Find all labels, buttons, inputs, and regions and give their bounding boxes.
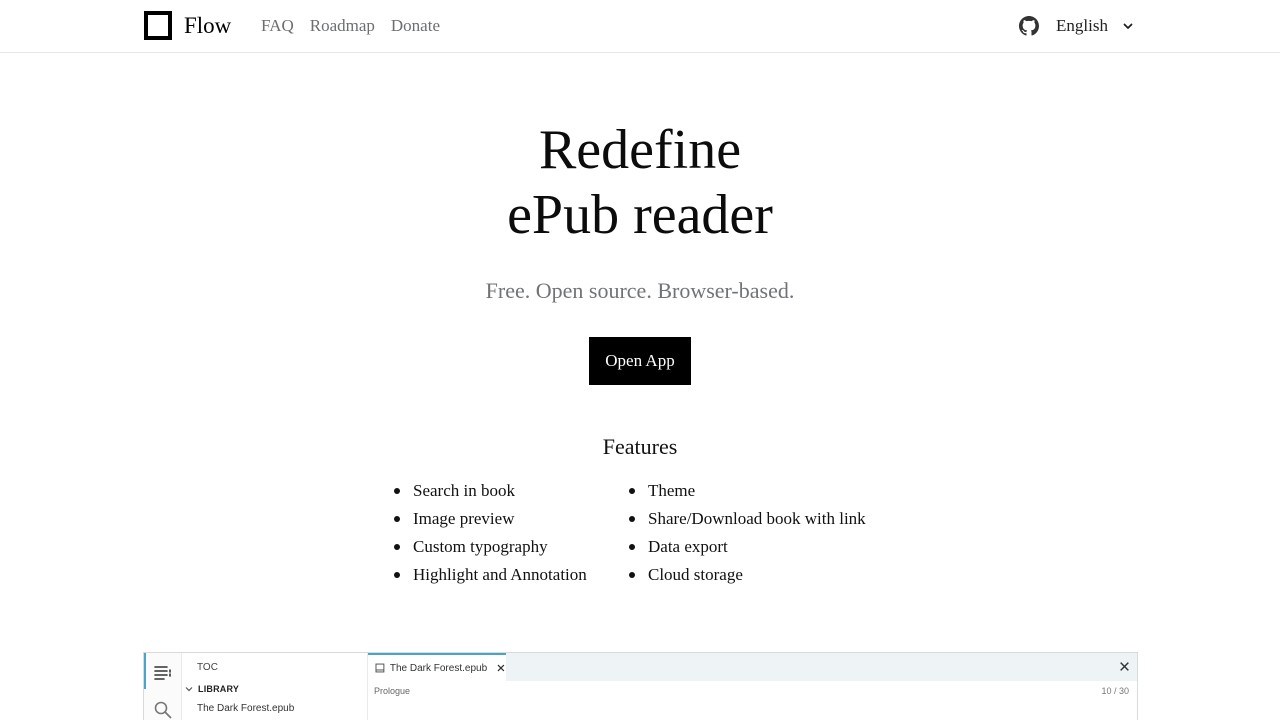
- toc-label: TOC: [197, 662, 218, 673]
- features-heading: Features: [602, 434, 678, 459]
- activity-bar: [144, 653, 182, 720]
- nav-link-roadmap[interactable]: Roadmap: [310, 15, 375, 37]
- open-app-button[interactable]: Open App: [589, 337, 691, 385]
- site-header: Flow FAQ Roadmap Donate English: [0, 0, 1280, 53]
- hero-title-line1: Redefine: [538, 119, 742, 181]
- brand-logo-link[interactable]: Flow: [144, 11, 231, 40]
- toc-list-icon[interactable]: [153, 662, 173, 682]
- github-icon[interactable]: [1019, 16, 1039, 36]
- close-icon[interactable]: [1119, 661, 1130, 672]
- brand-name: Flow: [184, 13, 232, 38]
- list-item: Custom typography: [394, 533, 587, 561]
- search-icon[interactable]: [153, 700, 173, 720]
- library-book-item[interactable]: The Dark Forest.epub: [197, 703, 294, 714]
- active-indicator: [144, 653, 146, 689]
- list-item: Highlight and Annotation: [394, 561, 587, 589]
- logo-square-icon: [144, 11, 172, 40]
- chevron-down-icon: [1123, 23, 1133, 29]
- chevron-down-icon: [185, 687, 193, 692]
- hero-subtitle: Free. Open source. Browser-based.: [485, 278, 795, 303]
- features-list-right: Theme Share/Download book with link Data…: [629, 477, 866, 589]
- library-section-toggle[interactable]: LIBRARY: [184, 684, 239, 694]
- list-item: Search in book: [394, 477, 587, 505]
- close-icon[interactable]: [496, 663, 506, 673]
- library-label: LIBRARY: [198, 684, 240, 694]
- list-item: Image preview: [394, 505, 587, 533]
- features-list-left: Search in book Image preview Custom typo…: [394, 477, 587, 589]
- side-panel: TOC LIBRARY The Dark Forest.epub: [182, 653, 368, 720]
- hero-title: Redefine ePub reader: [0, 118, 1280, 248]
- nav-link-donate[interactable]: Donate: [391, 15, 440, 37]
- list-item: Cloud storage: [629, 561, 866, 589]
- nav-link-faq[interactable]: FAQ: [261, 15, 294, 37]
- list-item: Data export: [629, 533, 866, 561]
- main-nav: FAQ Roadmap Donate: [261, 15, 440, 37]
- app-preview: TOC LIBRARY The Dark Forest.epub The Dar…: [143, 652, 1138, 720]
- book-icon: [375, 663, 385, 673]
- language-label: English: [1056, 16, 1108, 35]
- list-item: Theme: [629, 477, 866, 505]
- tab-bar: The Dark Forest.epub: [368, 653, 1137, 681]
- chapter-breadcrumb: Prologue: [374, 686, 411, 696]
- tab-book[interactable]: The Dark Forest.epub: [368, 653, 506, 681]
- hero-title-line2: ePub reader: [507, 184, 773, 246]
- language-select[interactable]: English: [1056, 15, 1134, 37]
- list-item: Share/Download book with link: [629, 505, 866, 533]
- page-indicator: 10 / 30: [1101, 686, 1129, 696]
- tab-label: The Dark Forest.epub: [389, 662, 488, 674]
